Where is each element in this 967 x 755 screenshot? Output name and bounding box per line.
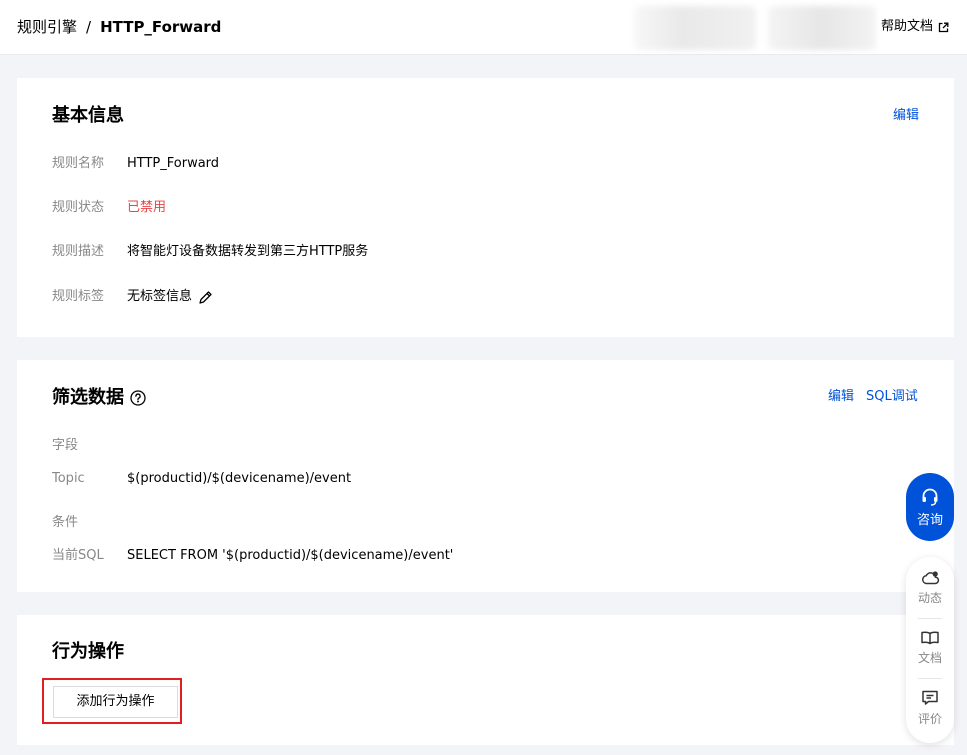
comment-icon (922, 690, 938, 705)
external-link-icon (938, 22, 949, 32)
sql-debug-link[interactable]: SQL调试 (866, 388, 918, 406)
book-icon (921, 631, 939, 645)
basic-info-edit-link[interactable]: 编辑 (893, 107, 919, 125)
tags-value: 无标签信息 (127, 288, 213, 306)
headset-icon (922, 488, 938, 506)
top-bar: 规则引擎 / HTTP_Forward 帮助文档 (0, 0, 967, 55)
breadcrumb-parent-link[interactable]: 规则引擎 (17, 18, 77, 36)
basic-info-title: 基本信息 (52, 105, 124, 126)
topic-label: Topic (52, 471, 85, 486)
news-label: 动态 (917, 591, 942, 605)
docs-label: 文档 (917, 651, 942, 665)
field-section-label: 字段 (52, 438, 79, 453)
condition-section-label: 条件 (52, 515, 79, 530)
review-button[interactable]: 评价 (906, 683, 954, 733)
breadcrumb: 规则引擎 / HTTP_Forward (17, 17, 221, 37)
consult-button[interactable]: 咨询 (906, 473, 954, 541)
filter-title-wrap: 筛选数据 (52, 386, 146, 410)
blurred-region (768, 6, 876, 50)
basic-info-card: 基本信息 编辑 规则名称 HTTP_Forward 规则状态 已禁用 规则描述 … (17, 78, 954, 337)
blurred-region (634, 6, 756, 50)
actions-card: 行为操作 添加行为操作 (17, 615, 954, 745)
breadcrumb-current: HTTP_Forward (100, 18, 222, 36)
side-float-panel: 动态 文档 评价 (906, 557, 954, 743)
filter-edit-link[interactable]: 编辑 (828, 388, 854, 406)
actions-title: 行为操作 (52, 641, 124, 662)
info-label: 规则状态 (52, 200, 105, 215)
cloud-bell-icon (922, 571, 940, 585)
highlight-box: 添加行为操作 (42, 678, 182, 724)
status-value: 已禁用 (127, 200, 167, 215)
help-docs-label: 帮助文档 (881, 19, 934, 34)
review-label: 评价 (917, 712, 942, 726)
info-label: 规则名称 (52, 156, 105, 171)
tags-text: 无标签信息 (127, 289, 193, 304)
info-label: 规则描述 (52, 244, 105, 259)
help-question-icon[interactable] (130, 390, 146, 406)
breadcrumb-separator: / (86, 18, 92, 36)
divider (918, 678, 942, 679)
pencil-edit-icon[interactable] (198, 290, 213, 305)
filter-title: 筛选数据 (52, 387, 124, 408)
topic-value: $(productid)/$(devicename)/event (127, 471, 352, 486)
divider (918, 618, 942, 619)
info-value: HTTP_Forward (127, 156, 220, 171)
news-button[interactable]: 动态 (906, 563, 954, 613)
add-action-button[interactable]: 添加行为操作 (53, 686, 178, 718)
info-label: 规则标签 (52, 289, 105, 304)
filter-data-card: 筛选数据 编辑 SQL调试 字段 Topic $(productid)/$(de… (17, 360, 954, 592)
consult-label: 咨询 (916, 512, 943, 528)
help-docs-link[interactable]: 帮助文档 (881, 18, 949, 36)
sql-value: SELECT FROM '$(productid)/$(devicename)/… (127, 548, 454, 563)
sql-label: 当前SQL (52, 548, 104, 563)
info-value: 将智能灯设备数据转发到第三方HTTP服务 (127, 244, 369, 259)
docs-button[interactable]: 文档 (906, 623, 954, 673)
